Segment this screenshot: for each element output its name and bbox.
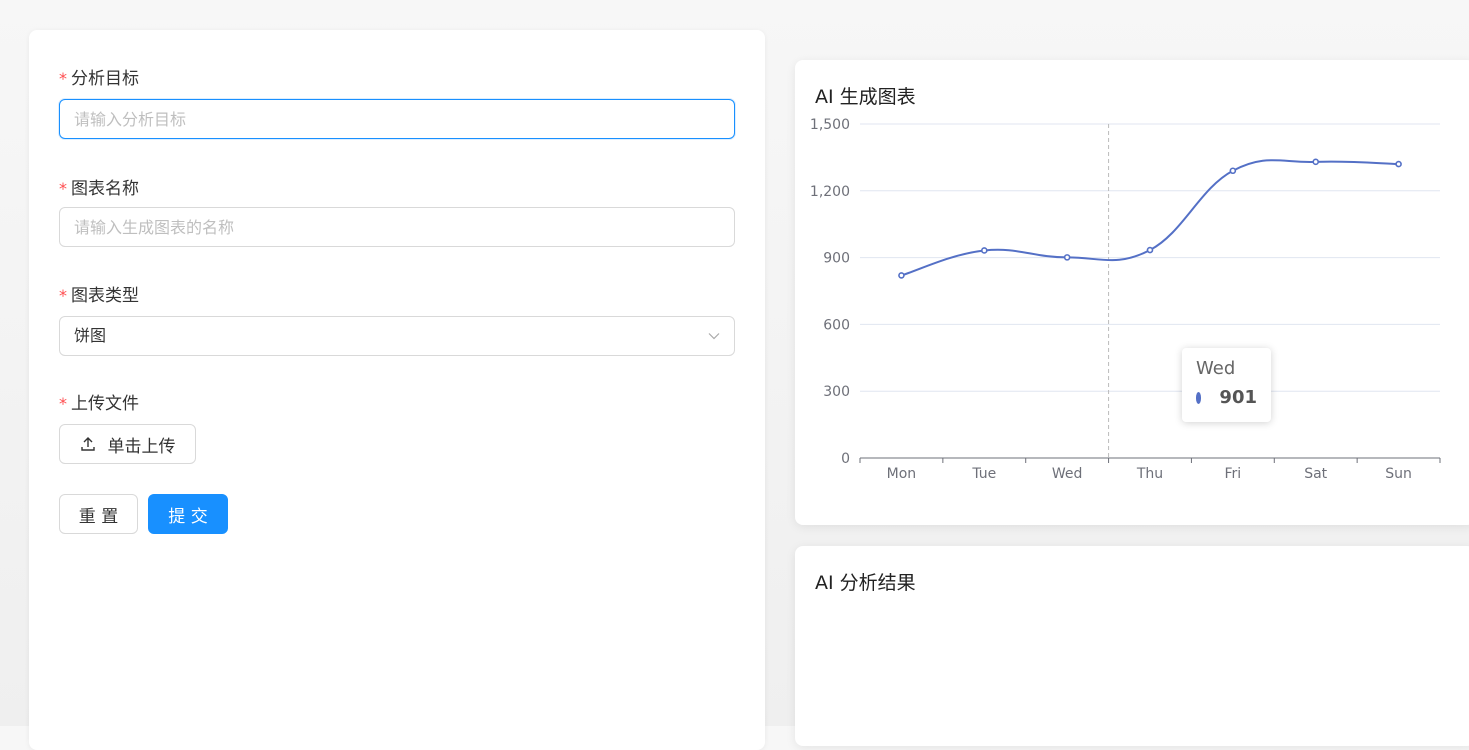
data-point <box>1146 246 1154 254</box>
chart-form: *分析目标 *图表名称 *图表类型 饼图 *上传文件 单击上传 重 置 提 交 <box>29 30 765 750</box>
y-tick-label: 1,500 <box>810 117 850 133</box>
chart-type-select[interactable]: 饼图 <box>59 316 735 356</box>
tooltip-value: 901 <box>1219 387 1257 408</box>
chart-tooltip: Wed 901 <box>1182 348 1271 422</box>
goal-label: * 分析目标 <box>59 69 139 89</box>
upload-label: * 上传文件 <box>59 394 139 414</box>
x-tick-label: Sun <box>1385 466 1412 482</box>
upload-icon <box>80 437 95 451</box>
required-mark: * <box>59 179 67 198</box>
chart-name-label: * 图表名称 <box>59 179 139 199</box>
tooltip-category: Wed <box>1196 358 1236 379</box>
y-tick-label: 600 <box>823 317 850 333</box>
tooltip-series-dot <box>1196 391 1202 404</box>
y-tick-label: 1,200 <box>810 184 850 200</box>
line-chart[interactable]: 0 300 600 900 1,200 1,500 Mon Tue Wed Thu Fri Sat Su… <box>795 60 1469 525</box>
y-tick-label: 900 <box>823 251 850 267</box>
data-point <box>1395 160 1402 168</box>
chart-type-label: * 图表类型 <box>59 286 139 306</box>
data-point <box>1312 158 1320 166</box>
chevron-down-icon <box>708 333 720 340</box>
result-card: AI 分析结果 <box>795 546 1469 746</box>
series-line <box>901 159 1399 277</box>
x-tick-label: Tue <box>971 466 996 482</box>
x-tick-label: Mon <box>887 466 917 482</box>
x-tick-label: Wed <box>1052 466 1083 482</box>
data-point <box>980 247 988 254</box>
required-mark: * <box>59 69 67 88</box>
upload-button[interactable]: 单击上传 <box>59 424 196 464</box>
upload-button-label: 单击上传 <box>107 436 176 457</box>
result-card-title: AI 分析结果 <box>815 572 916 594</box>
submit-button[interactable]: 提 交 <box>148 494 228 534</box>
data-point <box>1063 254 1071 261</box>
y-tick-label: 300 <box>823 384 850 400</box>
required-mark: * <box>59 286 67 305</box>
chart-type-value: 饼图 <box>74 326 107 345</box>
x-tick-label: Thu <box>1136 466 1163 482</box>
chart-card: AI 生成图表 0 300 600 900 1,200 1,500 Mon Tue Wed Thu… <box>795 60 1469 525</box>
x-tick-label: Fri <box>1225 466 1242 482</box>
chart-name-input[interactable] <box>59 207 735 247</box>
y-tick-label: 0 <box>841 451 850 467</box>
data-point <box>1229 167 1237 175</box>
x-tick-label: Sat <box>1304 466 1327 482</box>
goal-input[interactable] <box>59 99 735 139</box>
reset-button[interactable]: 重 置 <box>59 494 138 534</box>
required-mark: * <box>59 394 67 413</box>
data-point <box>898 272 905 279</box>
